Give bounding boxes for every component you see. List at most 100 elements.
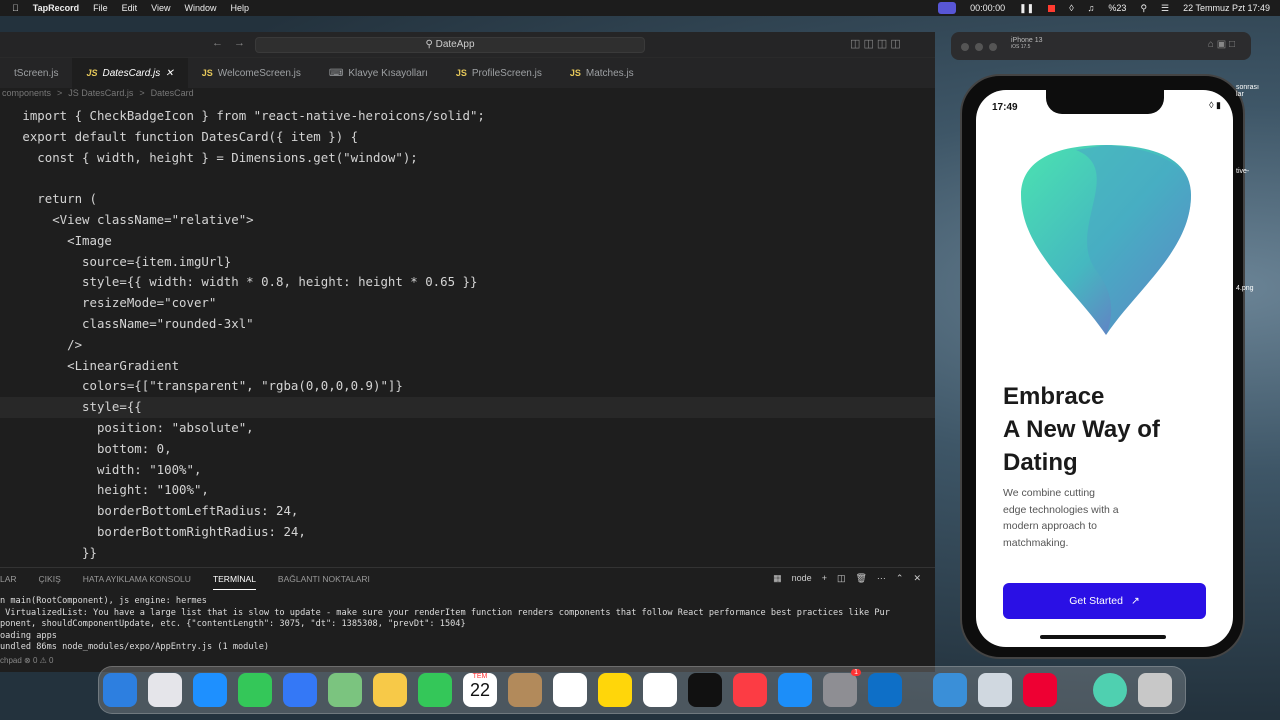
code-line[interactable]: import { CheckBadgeIcon } from "react-na… [0, 106, 935, 127]
trash-icon[interactable]: 🗑 [855, 573, 866, 584]
breadcrumb-item[interactable]: JS DatesCard.js [68, 88, 133, 100]
tab-datescard[interactable]: JS DatesCard.js ✕ [72, 58, 188, 88]
menu-help[interactable]: Help [231, 3, 250, 13]
code-line[interactable]: <Image [0, 231, 935, 252]
code-line[interactable]: resizeMode="cover" [0, 293, 935, 314]
code-line[interactable]: style={{ width: width * 0.8, height: hei… [0, 272, 935, 293]
appletv-icon[interactable] [688, 673, 722, 707]
code-line[interactable]: export default function DatesCard({ item… [0, 127, 935, 148]
menu-edit[interactable]: Edit [122, 3, 138, 13]
freeform-icon[interactable] [643, 673, 677, 707]
tab-shortcuts[interactable]: ⌨ Klavye Kısayolları [315, 58, 442, 88]
code-editor[interactable]: import { CheckBadgeIcon } from "react-na… [0, 106, 935, 564]
menu-view[interactable]: View [151, 3, 170, 13]
search-icon[interactable]: ⚲ [1140, 3, 1147, 14]
preview-icon[interactable] [978, 673, 1012, 707]
shell-name[interactable]: node [792, 573, 812, 584]
control-center-icon[interactable]: ☰ [1161, 3, 1169, 14]
maps-icon[interactable] [328, 673, 362, 707]
menu-window[interactable]: Window [184, 3, 216, 13]
tab-welcome[interactable]: JS WelcomeScreen.js [188, 58, 315, 88]
close-icon[interactable]: ✕ [165, 68, 173, 79]
breadcrumb-item[interactable]: DatesCard [151, 88, 194, 100]
forward-arrow-icon[interactable]: → [234, 37, 245, 49]
pause-icon[interactable]: ❚❚ [1019, 3, 1034, 14]
code-line[interactable]: const { width, height } = Dimensions.get… [0, 148, 935, 169]
messages-icon[interactable] [238, 673, 272, 707]
code-line[interactable]: height: "100%", [0, 480, 935, 501]
code-line[interactable]: width: "100%", [0, 460, 935, 481]
panel-tab-ports[interactable]: BAĞLANTI NOKTALARI [278, 574, 370, 590]
appstore-icon[interactable] [778, 673, 812, 707]
facetime-icon[interactable] [418, 673, 452, 707]
back-arrow-icon[interactable]: ← [212, 37, 223, 49]
search-text: DateApp [435, 39, 475, 50]
battery-percent[interactable]: %23 [1108, 3, 1126, 13]
code-line[interactable]: bottom: 0, [0, 439, 935, 460]
apple-icon[interactable]:  [12, 3, 19, 13]
code-line[interactable]: }} [0, 543, 935, 564]
contacts-icon[interactable] [508, 673, 542, 707]
tab-profile[interactable]: JS ProfileScreen.js [442, 58, 556, 88]
layout-icon[interactable]: ◫ ◫ ◫ ◫ [850, 37, 901, 50]
tab-matches[interactable]: JS Matches.js [556, 58, 648, 88]
tab-screen[interactable]: tScreen.js [0, 58, 72, 88]
code-line[interactable]: source={item.imgUrl} [0, 252, 935, 273]
panel-tab-debug[interactable]: HATA AYIKLAMA KONSOLU [83, 574, 191, 590]
music-icon[interactable] [733, 673, 767, 707]
dateapp-icon[interactable] [1093, 673, 1127, 707]
finder-icon[interactable] [103, 673, 137, 707]
code-line[interactable]: borderBottomLeftRadius: 24, [0, 501, 935, 522]
wifi-icon[interactable]: ◊ [1069, 3, 1073, 13]
notes-icon[interactable] [598, 673, 632, 707]
panel-tab-terminal[interactable]: TERMİNAL [212, 574, 256, 590]
plus-icon[interactable]: + [822, 573, 827, 584]
launchpad-icon[interactable] [148, 673, 182, 707]
breadcrumb-item[interactable]: components [2, 88, 51, 100]
code-line[interactable]: position: "absolute", [0, 418, 935, 439]
vscode-icon[interactable] [868, 673, 902, 707]
code-line[interactable]: /> [0, 335, 935, 356]
code-line[interactable]: className="rounded-3xl" [0, 314, 935, 335]
date-time[interactable]: 22 Temmuz Pzt 17:49 [1183, 3, 1270, 13]
home-indicator[interactable] [1040, 635, 1166, 639]
split-icon[interactable]: ◫ [837, 573, 846, 584]
volume-icon[interactable]: ♫ [1088, 3, 1095, 13]
code-line[interactable]: return ( [0, 189, 935, 210]
reminders-icon[interactable] [553, 673, 587, 707]
code-line[interactable]: style={{ [0, 397, 935, 418]
mail-icon[interactable] [283, 673, 317, 707]
command-search[interactable]: ⚲ DateApp [255, 37, 645, 53]
more-icon[interactable]: ⋯ [877, 573, 886, 584]
terminal-output[interactable]: n main(RootComponent), js engine: hermes… [0, 590, 935, 654]
min-dot-icon[interactable] [975, 43, 983, 51]
close-panel-icon[interactable]: ✕ [913, 573, 921, 584]
settings-icon[interactable]: 1 [823, 669, 861, 707]
code-line[interactable]: colors={["transparent", "rgba(0,0,0,0.9)… [0, 376, 935, 397]
desktop-label[interactable]: 4.png [1236, 285, 1259, 292]
get-started-button[interactable]: Get Started ↗ [1003, 583, 1206, 619]
close-dot-icon[interactable] [961, 43, 969, 51]
photos-icon[interactable] [373, 673, 407, 707]
code-line[interactable] [0, 168, 935, 189]
menu-file[interactable]: File [93, 3, 108, 13]
stop-icon[interactable] [1048, 4, 1056, 12]
code-line[interactable]: <LinearGradient [0, 356, 935, 377]
desktop-label[interactable]: sonrası [1236, 84, 1259, 91]
maximize-icon[interactable]: ⌃ [896, 573, 904, 584]
sim-toolbar-icons[interactable]: ⌂ ▣ □ [1208, 39, 1235, 50]
code-line[interactable]: borderBottomRightRadius: 24, [0, 522, 935, 543]
menu-app-name[interactable]: TapRecord [33, 3, 79, 13]
safari-icon[interactable] [193, 673, 227, 707]
record-indicator-icon[interactable] [938, 2, 957, 14]
calendar-icon[interactable]: TEM 22 [463, 673, 497, 707]
zoom-dot-icon[interactable] [989, 43, 997, 51]
panel-tab[interactable]: LAR [0, 574, 17, 590]
taprecord-icon[interactable] [1023, 673, 1057, 707]
xcode-icon[interactable] [933, 673, 967, 707]
desktop-label[interactable]: lar [1236, 91, 1259, 98]
trash-bin-icon[interactable] [1138, 673, 1172, 707]
desktop-label[interactable]: tive- [1236, 168, 1259, 175]
code-line[interactable]: <View className="relative"> [0, 210, 935, 231]
panel-tab-output[interactable]: ÇIKIŞ [39, 574, 61, 590]
